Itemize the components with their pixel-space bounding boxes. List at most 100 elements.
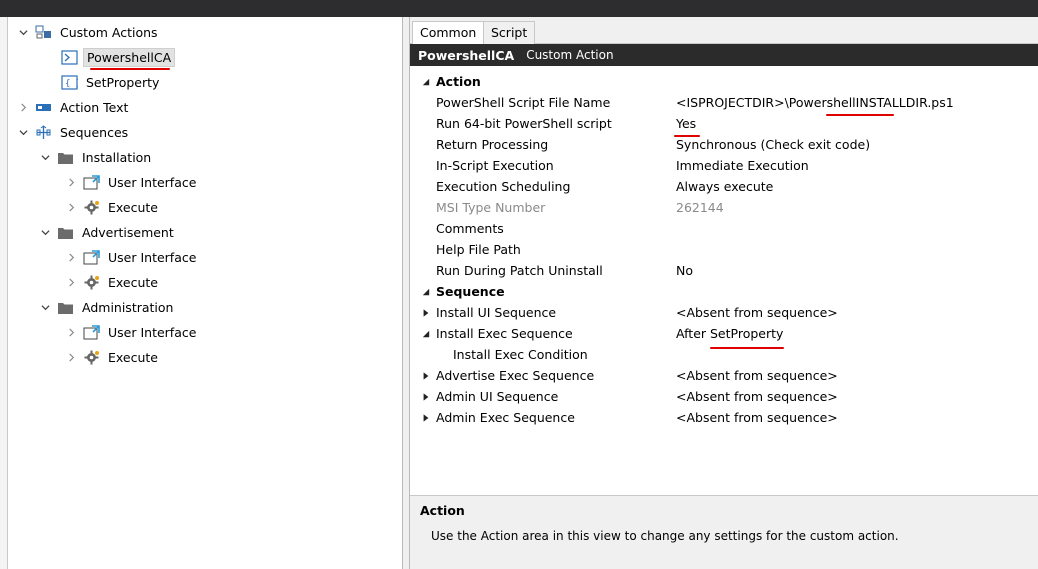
property-name: Run 64-bit PowerShell script (436, 116, 612, 131)
property-row[interactable]: In-Script Execution Immediate Execution (410, 155, 1038, 176)
property-value[interactable]: <ISPROJECTDIR>\PowershellINSTALLDIR.ps1 (676, 95, 954, 110)
tree-item-action-text[interactable]: Action Text (16, 97, 131, 118)
property-value[interactable]: No (676, 263, 693, 278)
property-value[interactable]: After SetProperty (676, 326, 783, 341)
property-value[interactable]: Synchronous (Check exit code) (676, 137, 870, 152)
property-name: Install UI Sequence (436, 305, 557, 320)
tree-item-sequences[interactable]: Sequences (16, 122, 131, 143)
view-tabs: Common Script (410, 17, 1038, 45)
chevron-right-icon[interactable] (64, 251, 78, 265)
category-sequence[interactable]: Sequence (410, 281, 1038, 302)
collapse-triangle-icon[interactable] (420, 286, 432, 298)
chevron-right-icon[interactable] (64, 326, 78, 340)
chevron-down-icon[interactable] (16, 26, 30, 40)
tree-item-installation[interactable]: Installation (38, 147, 154, 168)
tab-script[interactable]: Script (483, 21, 536, 44)
property-row[interactable]: Admin UI Sequence <Absent from sequence> (410, 386, 1038, 407)
tree-item-powershellca[interactable]: PowershellCA (60, 47, 176, 68)
tree-item-user-interface[interactable]: User Interface (64, 172, 199, 193)
property-name: Advertise Exec Sequence (436, 368, 595, 383)
property-name: Admin Exec Sequence (436, 410, 575, 425)
tree-item-administration[interactable]: Administration (38, 297, 176, 318)
chevron-down-icon[interactable] (38, 151, 52, 165)
property-row[interactable]: Install UI Sequence <Absent from sequenc… (410, 302, 1038, 323)
tree-item-user-interface[interactable]: User Interface (64, 247, 199, 268)
tree-item-setproperty[interactable]: { } SetProperty (60, 72, 162, 93)
custom-actions-icon (34, 25, 52, 41)
tree-item-advertisement[interactable]: Advertisement (38, 222, 177, 243)
action-text-icon (34, 100, 52, 116)
tree-item-label: User Interface (108, 175, 197, 190)
property-name: PowerShell Script File Name (436, 95, 611, 110)
property-value[interactable]: Always execute (676, 179, 773, 194)
annotation-underline (674, 135, 700, 137)
property-row[interactable]: Run 64-bit PowerShell script Yes (410, 113, 1038, 134)
property-header: PowershellCA Custom Action (410, 44, 1038, 66)
property-value[interactable]: <Absent from sequence> (676, 305, 838, 320)
expand-triangle-icon[interactable] (420, 391, 432, 403)
chevron-right-icon[interactable] (64, 276, 78, 290)
collapse-triangle-icon[interactable] (420, 76, 432, 88)
chevron-down-icon[interactable] (38, 226, 52, 240)
property-grid: Action PowerShell Script File Name <ISPR… (410, 67, 1038, 497)
tree-item-label: Execute (108, 275, 158, 290)
category-action[interactable]: Action (410, 71, 1038, 92)
tree-item-custom-actions[interactable]: Custom Actions (16, 22, 161, 43)
chevron-right-icon[interactable] (64, 201, 78, 215)
tree-item-label: Execute (108, 350, 158, 365)
property-value[interactable]: <Absent from sequence> (676, 410, 838, 425)
property-name: Execution Scheduling (436, 179, 571, 194)
collapse-triangle-icon[interactable] (420, 328, 432, 340)
help-title: Action (420, 503, 465, 518)
expand-triangle-icon[interactable] (420, 307, 432, 319)
property-name: Run During Patch Uninstall (436, 263, 603, 278)
property-row[interactable]: Execution Scheduling Always execute (410, 176, 1038, 197)
chevron-right-icon[interactable] (64, 351, 78, 365)
execute-gear-icon (82, 350, 100, 366)
property-row[interactable]: Advertise Exec Sequence <Absent from seq… (410, 365, 1038, 386)
property-value[interactable]: <Absent from sequence> (676, 368, 838, 383)
tree-item-execute[interactable]: Execute (64, 272, 161, 293)
property-row[interactable]: Comments (410, 218, 1038, 239)
property-name: Comments (436, 221, 504, 236)
expand-triangle-icon[interactable] (420, 412, 432, 424)
chevron-right-icon[interactable] (64, 176, 78, 190)
property-value[interactable]: Yes (676, 116, 696, 131)
chevron-down-icon[interactable] (16, 126, 30, 140)
tree-item-label: Installation (82, 150, 152, 165)
property-name: Admin UI Sequence (436, 389, 559, 404)
property-name: Help File Path (436, 242, 521, 257)
tab-common[interactable]: Common (412, 21, 485, 45)
execute-gear-icon (82, 200, 100, 216)
property-row[interactable]: Admin Exec Sequence <Absent from sequenc… (410, 407, 1038, 428)
sequences-icon (34, 125, 52, 141)
help-pane: Action Use the Action area in this view … (410, 495, 1038, 569)
window-top-bar (0, 0, 1038, 17)
property-row[interactable]: Install Exec Sequence After SetProperty (410, 323, 1038, 344)
property-value: 262144 (676, 200, 724, 215)
property-row[interactable]: PowerShell Script File Name <ISPROJECTDI… (410, 92, 1038, 113)
header-subtitle: Custom Action (526, 48, 614, 62)
tree-item-user-interface[interactable]: User Interface (64, 322, 199, 343)
tree-item-execute[interactable]: Execute (64, 197, 161, 218)
property-row[interactable]: Help File Path (410, 239, 1038, 260)
tree-item-label: SetProperty (86, 75, 160, 90)
expand-triangle-icon[interactable] (420, 370, 432, 382)
category-label: Sequence (436, 284, 505, 299)
chevron-down-icon[interactable] (38, 301, 52, 315)
powershell-icon (60, 50, 78, 66)
property-value[interactable]: <Absent from sequence> (676, 389, 838, 404)
tree-item-label: Custom Actions (60, 25, 158, 40)
user-interface-icon (82, 175, 100, 191)
property-row[interactable]: Run During Patch Uninstall No (410, 260, 1038, 281)
chevron-right-icon[interactable] (16, 101, 30, 115)
tree-item-label: Advertisement (82, 225, 174, 240)
folder-icon (56, 300, 74, 316)
property-value[interactable]: Immediate Execution (676, 158, 809, 173)
pane-splitter[interactable] (402, 17, 410, 569)
user-interface-icon (82, 250, 100, 266)
tree-gutter (0, 17, 8, 569)
property-row[interactable]: Return Processing Synchronous (Check exi… (410, 134, 1038, 155)
tree-item-execute[interactable]: Execute (64, 347, 161, 368)
annotation-underline (826, 114, 894, 116)
